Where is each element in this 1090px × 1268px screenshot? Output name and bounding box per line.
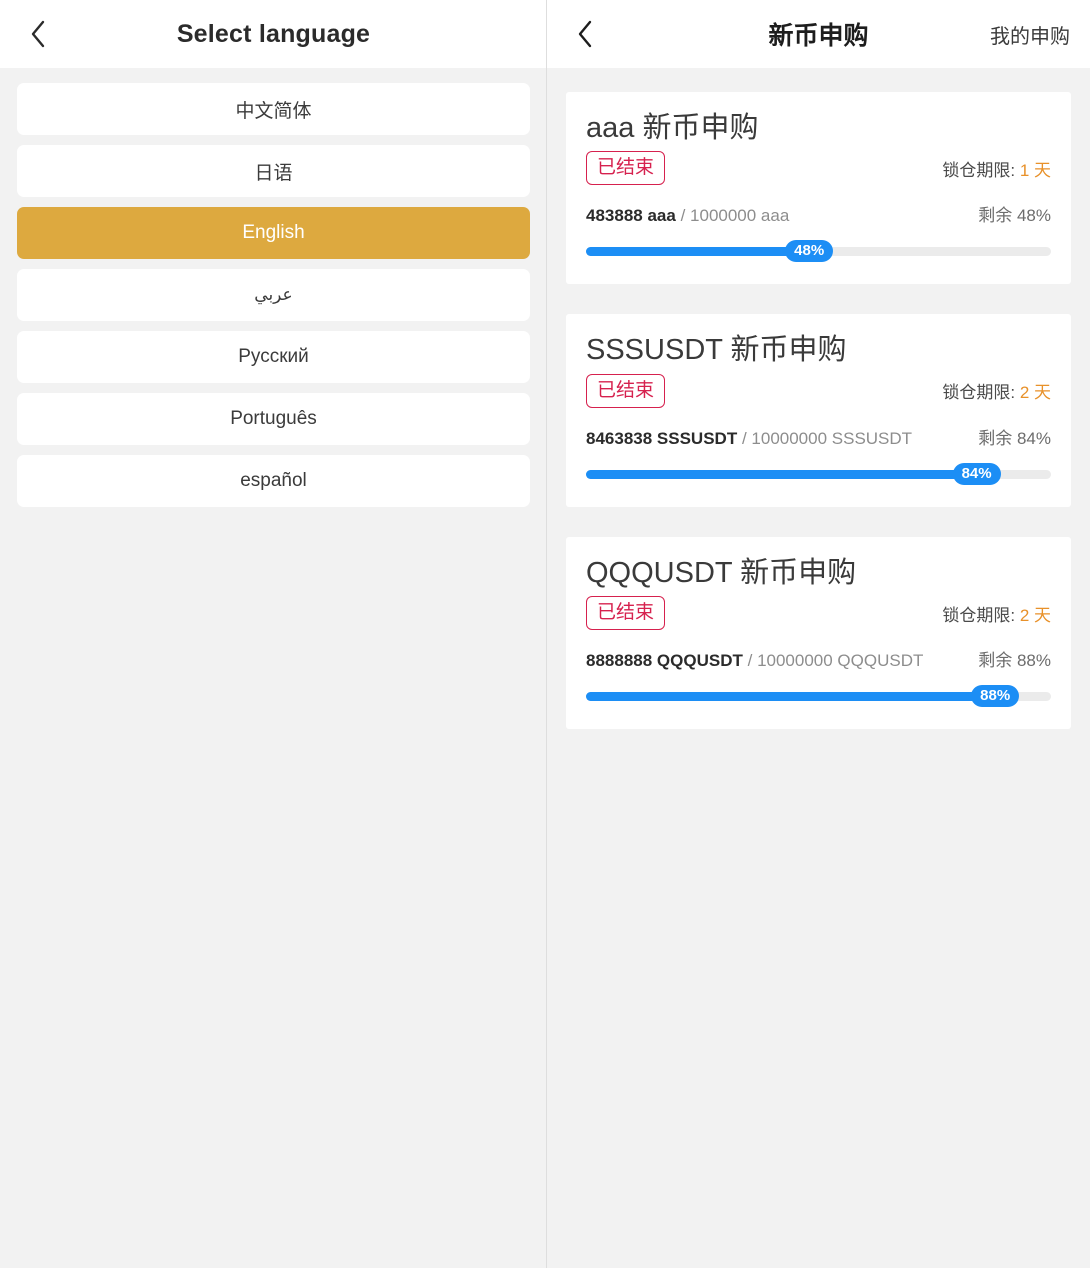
- language-item-label: عربي: [254, 285, 293, 304]
- progress-bar: 84%: [586, 462, 1051, 485]
- lock-period: 锁仓期限: 1 天: [942, 156, 1051, 181]
- language-item-label: Português: [230, 408, 317, 429]
- ico-card-list: aaa 新币申购 已结束 锁仓期限: 1 天 483888 aaa / 1000…: [547, 68, 1090, 730]
- amount-progress: 483888 aaa / 1000000 aaa: [586, 206, 789, 226]
- language-item-ja[interactable]: 日语: [17, 145, 530, 197]
- language-item-label: English: [242, 222, 305, 243]
- ico-card-amount-row: 8463838 SSSUSDT / 10000000 SSSUSDT 剩余 84…: [586, 424, 1051, 449]
- amount-progress: 8888888 QQQUSDT / 10000000 QQQUSDT: [586, 651, 923, 671]
- remaining-label: 剩余 88%: [978, 651, 1051, 671]
- amount-total: 10000000 QQQUSDT: [757, 651, 924, 671]
- ico-card-status-row: 已结束 锁仓期限: 1 天: [586, 151, 1051, 186]
- progress-fill: [586, 247, 810, 257]
- progress-percent-pill: 84%: [952, 462, 1001, 485]
- lock-period-label: 锁仓期限:: [942, 160, 1016, 180]
- language-panel: Select language 中文简体 日语 English عربي Рус…: [0, 0, 547, 1268]
- progress-bar: 48%: [586, 240, 1051, 263]
- amount-sold: 483888 aaa: [586, 206, 676, 226]
- back-button-ico[interactable]: [561, 10, 609, 58]
- ico-card[interactable]: aaa 新币申购 已结束 锁仓期限: 1 天 483888 aaa / 1000…: [566, 92, 1071, 285]
- language-item-pt[interactable]: Português: [17, 393, 530, 445]
- back-button-language[interactable]: [14, 10, 62, 58]
- ico-card-title: QQQUSDT 新币申购: [586, 556, 857, 589]
- progress-bar: 88%: [586, 685, 1051, 708]
- lock-period: 锁仓期限: 2 天: [942, 601, 1051, 626]
- lock-period: 锁仓期限: 2 天: [942, 378, 1051, 403]
- amount-progress: 8463838 SSSUSDT / 10000000 SSSUSDT: [586, 429, 912, 449]
- language-item-label: 中文简体: [235, 100, 312, 122]
- lock-period-label: 锁仓期限:: [942, 605, 1016, 625]
- lock-period-label: 锁仓期限:: [942, 383, 1016, 403]
- ico-card[interactable]: SSSUSDT 新币申购 已结束 锁仓期限: 2 天 8463838 SSSUS…: [566, 314, 1071, 507]
- language-header: Select language: [0, 0, 547, 68]
- status-badge[interactable]: 已结束: [586, 373, 666, 408]
- ico-card-title: aaa 新币申购: [586, 112, 759, 144]
- ico-header: 新币申购 我的申购: [547, 0, 1090, 68]
- language-item-en[interactable]: English: [17, 207, 530, 259]
- page-title-language: Select language: [176, 19, 371, 48]
- amount-total: 1000000 aaa: [690, 206, 790, 226]
- language-item-ru[interactable]: Русский: [17, 331, 530, 383]
- language-item-zh-cn[interactable]: 中文简体: [17, 83, 530, 135]
- my-subscriptions-link[interactable]: 我的申购: [990, 20, 1070, 49]
- ico-card-status-row: 已结束 锁仓期限: 2 天: [586, 373, 1051, 408]
- language-list: 中文简体 日语 English عربي Русский Português e…: [0, 68, 547, 507]
- language-item-label: 日语: [254, 162, 293, 184]
- language-item-ar[interactable]: عربي: [17, 269, 530, 321]
- ico-card-status-row: 已结束 锁仓期限: 2 天: [586, 596, 1051, 631]
- ico-card-title: SSSUSDT 新币申购: [586, 334, 847, 367]
- progress-fill: [586, 469, 977, 479]
- chevron-left-icon: [28, 18, 48, 50]
- language-item-label: Русский: [238, 346, 309, 367]
- progress-percent-pill: 88%: [971, 685, 1020, 708]
- lock-period-value: 1 天: [1019, 160, 1051, 180]
- language-item-label: español: [240, 470, 307, 491]
- progress-fill: [586, 692, 996, 702]
- remaining-label: 剩余 48%: [978, 206, 1051, 226]
- status-badge[interactable]: 已结束: [586, 151, 666, 186]
- panel-divider: [546, 0, 547, 1268]
- ico-panel: 新币申购 我的申购 aaa 新币申购 已结束 锁仓期限: 1 天 483888 …: [547, 0, 1090, 1268]
- status-badge[interactable]: 已结束: [586, 596, 666, 631]
- progress-percent-pill: 48%: [785, 240, 834, 263]
- remaining-label: 剩余 84%: [978, 428, 1051, 448]
- amount-sold: 8888888 QQQUSDT: [586, 651, 743, 671]
- lock-period-value: 2 天: [1019, 605, 1051, 625]
- ico-card[interactable]: QQQUSDT 新币申购 已结束 锁仓期限: 2 天 8888888 QQQUS…: [566, 536, 1071, 730]
- chevron-left-icon: [575, 18, 595, 50]
- language-item-es[interactable]: español: [17, 455, 530, 507]
- amount-sold: 8463838 SSSUSDT: [586, 428, 738, 448]
- app-screen: Select language 中文简体 日语 English عربي Рус…: [0, 0, 1090, 1268]
- ico-card-amount-row: 8888888 QQQUSDT / 10000000 QQQUSDT 剩余 88…: [586, 646, 1051, 671]
- amount-total: 10000000 SSSUSDT: [751, 428, 913, 448]
- lock-period-value: 2 天: [1019, 383, 1051, 403]
- ico-card-amount-row: 483888 aaa / 1000000 aaa 剩余 48%: [586, 201, 1051, 226]
